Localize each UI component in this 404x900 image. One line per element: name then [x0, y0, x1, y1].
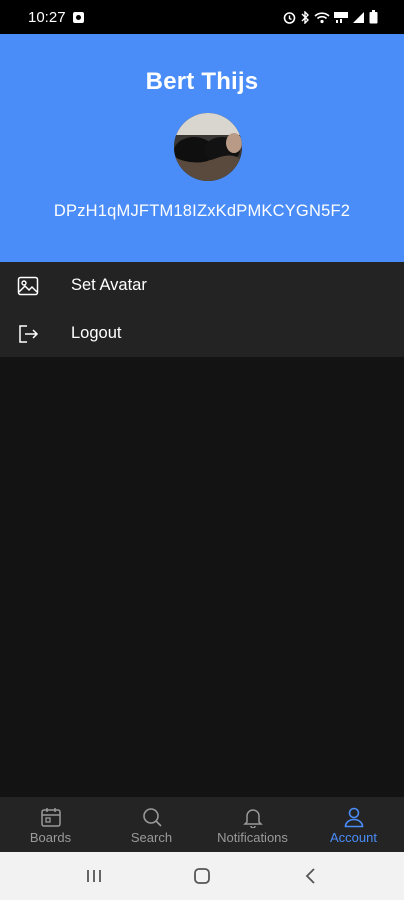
- nav-search[interactable]: Search: [101, 797, 202, 852]
- logout-icon: [17, 323, 39, 345]
- back-button[interactable]: [290, 856, 330, 896]
- home-button[interactable]: [182, 856, 222, 896]
- nav-search-label: Search: [130, 830, 173, 845]
- nav-boards[interactable]: Boards: [0, 797, 101, 852]
- nav-boards-label: Boards: [29, 830, 72, 845]
- account-screen: 10:27 Bert Thijs DPzH1qMJFTM18IZxKdPMKCY…: [0, 0, 404, 900]
- bottom-nav: Boards Search Notifications Account: [0, 797, 404, 852]
- status-bar: 10:27: [0, 0, 404, 34]
- nav-notifications-label: Notifications: [217, 830, 288, 845]
- alarm-icon: [283, 11, 296, 24]
- search-icon: [142, 808, 162, 827]
- profile-header: Bert Thijs DPzH1qMJFTM18IZxKdPMKCYGN5F2: [0, 34, 404, 262]
- image-icon: [17, 275, 39, 297]
- back-icon: [305, 868, 315, 884]
- user-name: Bert Thijs: [145, 68, 259, 95]
- bluetooth-icon: [300, 10, 310, 24]
- person-icon: [344, 807, 363, 828]
- logout-label: Logout: [71, 323, 122, 342]
- set-avatar-button[interactable]: Set Avatar: [0, 262, 404, 310]
- bell-icon: [242, 809, 263, 828]
- home-icon: [194, 868, 210, 884]
- status-time: 10:27: [28, 8, 66, 26]
- app-notification-icon: [72, 11, 85, 24]
- wifi-icon: [314, 11, 330, 24]
- nav-account-label: Account: [330, 830, 377, 845]
- user-id: DPzH1qMJFTM18IZxKdPMKCYGN5F2: [53, 202, 351, 220]
- account-menu: Set Avatar Logout: [0, 262, 404, 357]
- recent-apps-icon: [87, 870, 101, 882]
- avatar-image: [174, 113, 242, 181]
- volte-icon: [334, 11, 348, 24]
- system-nav-bar: [0, 852, 404, 900]
- battery-icon: [369, 10, 378, 24]
- calendar-icon: [40, 808, 61, 827]
- avatar[interactable]: [174, 113, 242, 181]
- logout-button[interactable]: Logout: [0, 310, 404, 358]
- nav-account[interactable]: Account: [303, 797, 404, 852]
- set-avatar-label: Set Avatar: [71, 276, 147, 294]
- signal-icon: [352, 11, 365, 24]
- nav-notifications[interactable]: Notifications: [202, 797, 303, 852]
- recent-apps-button[interactable]: [74, 856, 114, 896]
